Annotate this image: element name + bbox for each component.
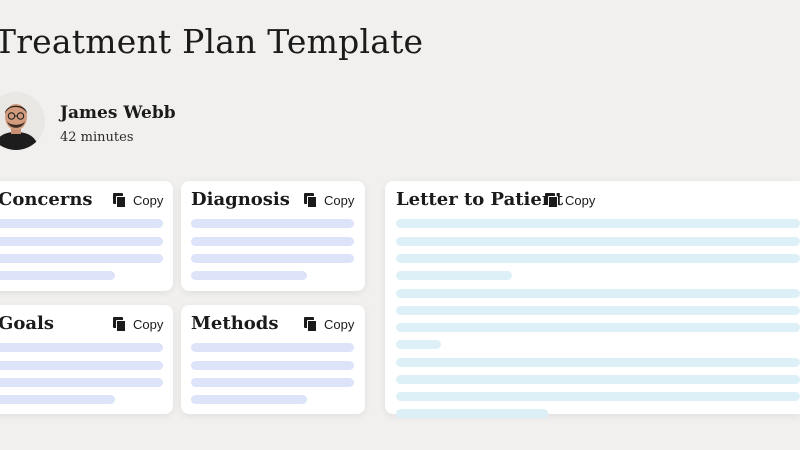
placeholder-line bbox=[191, 271, 307, 280]
copy-label: Copy bbox=[133, 193, 164, 208]
placeholder-line bbox=[396, 289, 800, 298]
placeholder-line bbox=[396, 237, 800, 246]
card-title: Diagnosis bbox=[191, 189, 290, 210]
copy-label: Copy bbox=[133, 317, 164, 332]
placeholder-line bbox=[191, 395, 307, 404]
placeholder-line bbox=[0, 395, 115, 404]
copy-icon bbox=[304, 317, 318, 332]
session-duration: 42 minutes bbox=[60, 130, 134, 145]
diagnosis-card: Diagnosis Copy bbox=[181, 181, 365, 291]
copy-button[interactable]: Copy bbox=[304, 317, 354, 332]
page-title: Treatment Plan Template bbox=[0, 22, 424, 61]
copy-button[interactable]: Copy bbox=[304, 193, 354, 208]
concerns-card: Concerns Copy bbox=[0, 181, 173, 291]
copy-label: Copy bbox=[565, 193, 596, 208]
card-title: Concerns bbox=[0, 189, 93, 210]
placeholder-line bbox=[0, 219, 163, 228]
placeholder-line bbox=[396, 409, 548, 418]
placeholder-line bbox=[0, 378, 163, 387]
placeholder-line bbox=[191, 361, 354, 370]
card-title: Letter to Patient bbox=[396, 189, 564, 210]
copy-label: Copy bbox=[324, 317, 355, 332]
copy-button[interactable]: Copy bbox=[113, 317, 163, 332]
copy-icon bbox=[113, 317, 127, 332]
avatar bbox=[0, 92, 45, 150]
copy-button[interactable]: Copy bbox=[545, 193, 595, 208]
card-title: Methods bbox=[191, 313, 279, 334]
author-name: James Webb bbox=[60, 103, 176, 123]
placeholder-line bbox=[396, 375, 800, 384]
placeholder-line bbox=[191, 219, 354, 228]
copy-icon bbox=[304, 193, 318, 208]
card-title: Goals bbox=[0, 313, 55, 334]
placeholder-line bbox=[0, 343, 163, 352]
placeholder-line bbox=[396, 358, 800, 367]
placeholder-line bbox=[396, 392, 800, 401]
placeholder-line bbox=[0, 271, 115, 280]
placeholder-line bbox=[191, 254, 354, 263]
copy-button[interactable]: Copy bbox=[113, 193, 163, 208]
copy-icon bbox=[113, 193, 127, 208]
placeholder-line bbox=[396, 254, 800, 263]
placeholder-line bbox=[0, 237, 163, 246]
placeholder-line bbox=[396, 323, 800, 332]
goals-card: Goals Copy bbox=[0, 305, 173, 414]
placeholder-line bbox=[396, 271, 512, 280]
copy-label: Copy bbox=[324, 193, 355, 208]
copy-icon bbox=[545, 193, 559, 208]
placeholder-line bbox=[191, 378, 354, 387]
placeholder-line bbox=[191, 237, 354, 246]
placeholder-line bbox=[0, 361, 163, 370]
methods-card: Methods Copy bbox=[181, 305, 365, 414]
placeholder-line bbox=[396, 306, 800, 315]
placeholder-line bbox=[396, 340, 441, 349]
placeholder-line bbox=[191, 343, 354, 352]
placeholder-line bbox=[0, 254, 163, 263]
placeholder-line bbox=[396, 219, 800, 228]
letter-card: Letter to Patient Copy bbox=[385, 181, 800, 418]
